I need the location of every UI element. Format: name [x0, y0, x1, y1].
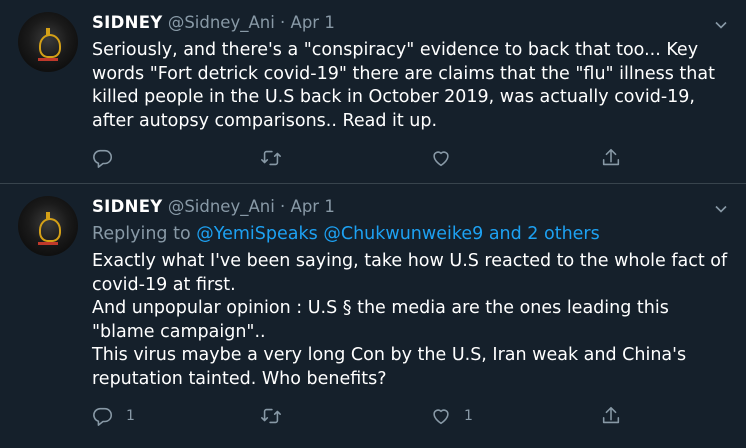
separator-dot: ·: [280, 197, 286, 216]
like-button[interactable]: 1: [430, 405, 473, 427]
mention-link[interactable]: @YemiSpeaks: [196, 224, 318, 244]
tweet-date[interactable]: Apr 1: [291, 13, 335, 32]
avatar[interactable]: [18, 12, 78, 72]
tweet-text: Seriously, and there's a "conspiracy" ev…: [92, 39, 732, 133]
reply-count: 1: [126, 408, 135, 424]
tweet-text-line: Seriously, and there's a "conspiracy" ev…: [92, 40, 699, 60]
reply-icon: [93, 149, 113, 168]
tweet-text-line: reputation tainted. Who benefits?: [92, 368, 387, 389]
tweet-header: SIDNEY @Sidney_Ani · Apr 1: [92, 197, 335, 217]
display-name[interactable]: SIDNEY: [92, 13, 163, 32]
tweet-header: SIDNEY @Sidney_Ani · Apr 1: [92, 13, 335, 33]
reply-button[interactable]: [92, 147, 126, 169]
retweet-button[interactable]: [260, 405, 282, 427]
user-handle[interactable]: @Sidney_Ani: [168, 197, 275, 216]
tweet[interactable]: SIDNEY @Sidney_Ani · Apr 1 Seriously, an…: [0, 0, 746, 184]
retweet-icon: [261, 150, 281, 166]
tweet-text-line: killed people in the U.S back in October…: [92, 87, 695, 107]
chevron-down-icon[interactable]: [714, 202, 728, 216]
separator-dot: ·: [280, 13, 286, 32]
like-icon: [433, 409, 449, 425]
share-button[interactable]: [600, 405, 622, 427]
retweet-button[interactable]: [260, 147, 282, 169]
like-icon: [433, 151, 449, 167]
display-name[interactable]: SIDNEY: [92, 197, 163, 216]
replying-to-label: Replying to: [92, 224, 191, 244]
others-link[interactable]: and 2 others: [489, 224, 600, 244]
tweet-text: Exactly what I've been saying, take how …: [92, 250, 732, 391]
replying-to: Replying to @YemiSpeaks @Chukwunweike9 a…: [92, 224, 600, 244]
tweet-text-line: And unpopular opinion : U.S § the media …: [92, 298, 669, 318]
tweet-date[interactable]: Apr 1: [291, 197, 335, 216]
tweet-text-line: Exactly what I've been saying, take how …: [92, 251, 728, 271]
like-count: 1: [464, 408, 473, 424]
share-icon: [602, 148, 620, 166]
tweet-text-line: after autopsy comparisons.. Read it up.: [92, 110, 438, 131]
reply-button[interactable]: 1: [92, 405, 135, 427]
like-button[interactable]: [430, 147, 464, 169]
share-icon: [602, 406, 620, 424]
tweet-actions: 1 1: [92, 405, 632, 429]
reply-icon: [93, 407, 113, 426]
tweet-text-line: "blame campaign"..: [92, 321, 266, 342]
tweet-text-line: This virus maybe a very long Con by the …: [92, 345, 687, 365]
tweet-actions: [92, 147, 632, 171]
tweet[interactable]: SIDNEY @Sidney_Ani · Apr 1 Replying to @…: [0, 184, 746, 448]
avatar[interactable]: [18, 196, 78, 256]
retweet-icon: [261, 408, 281, 424]
chevron-down-icon[interactable]: [714, 18, 728, 32]
mention-link[interactable]: @Chukwunweike9: [323, 224, 483, 244]
user-handle[interactable]: @Sidney_Ani: [168, 13, 275, 32]
share-button[interactable]: [600, 147, 622, 169]
tweet-text-line: covid-19 at first.: [92, 274, 236, 295]
tweet-text-line: words "Fort detrick covid-19" there are …: [92, 63, 715, 84]
